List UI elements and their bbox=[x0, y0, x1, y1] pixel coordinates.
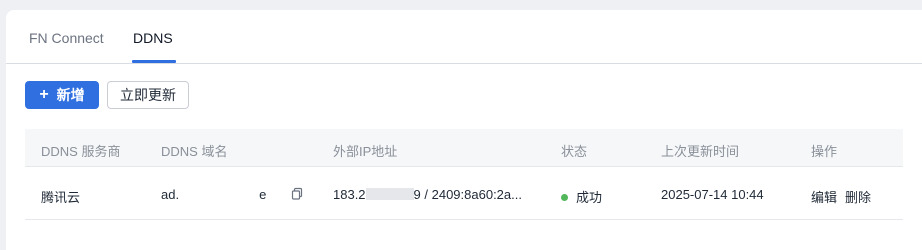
header-domain: DDNS 域名 bbox=[161, 144, 228, 159]
edit-button[interactable]: 编辑 bbox=[811, 190, 837, 205]
ip-redaction bbox=[365, 188, 414, 200]
ddns-panel: FN Connect DDNS + 新增 立即更新 DDNS 服务商 DDNS … bbox=[6, 10, 922, 250]
header-external-ip: 外部IP地址 bbox=[333, 144, 398, 159]
header-provider: DDNS 服务商 bbox=[41, 144, 121, 159]
update-now-button[interactable]: 立即更新 bbox=[107, 81, 189, 109]
plus-icon: + bbox=[39, 86, 49, 103]
domain-text-end: e bbox=[259, 187, 267, 202]
provider-cell: 腾讯云 bbox=[41, 190, 81, 205]
actions-cell: 编辑 删除 bbox=[811, 187, 879, 206]
copy-icon[interactable] bbox=[291, 187, 303, 201]
domain-cell: ad. e bbox=[161, 187, 266, 202]
ip-text-start: 183.2 bbox=[333, 187, 366, 202]
table-header: DDNS 服务商 DDNS 域名 外部IP地址 状态 上次更新时间 操作 bbox=[25, 129, 903, 167]
table-row: 腾讯云 ad. e 183.2 9 / 2409:8a60:2a... 成功 202… bbox=[25, 167, 903, 220]
status-dot-icon bbox=[561, 194, 568, 201]
header-status: 状态 bbox=[561, 144, 588, 159]
header-actions: 操作 bbox=[811, 144, 838, 159]
tab-bar: FN Connect DDNS bbox=[6, 10, 922, 64]
status-cell: 成功 bbox=[561, 187, 602, 206]
ip-text-end: 9 / 2409:8a60:2a... bbox=[413, 187, 522, 202]
tab-ddns[interactable]: DDNS bbox=[133, 30, 173, 46]
add-button-label: 新增 bbox=[56, 87, 85, 103]
domain-redaction bbox=[179, 188, 260, 200]
tab-fn-connect[interactable]: FN Connect bbox=[29, 30, 104, 46]
domain-text-start: ad. bbox=[161, 187, 180, 202]
status-label: 成功 bbox=[576, 190, 603, 205]
add-button[interactable]: + 新增 bbox=[25, 81, 99, 109]
last-updated-cell: 2025-07-14 10:44 bbox=[661, 187, 764, 202]
active-tab-indicator bbox=[132, 60, 176, 63]
delete-button[interactable]: 删除 bbox=[845, 190, 871, 205]
header-last-updated: 上次更新时间 bbox=[661, 144, 740, 159]
external-ip-cell: 183.2 9 / 2409:8a60:2a... bbox=[333, 187, 522, 202]
